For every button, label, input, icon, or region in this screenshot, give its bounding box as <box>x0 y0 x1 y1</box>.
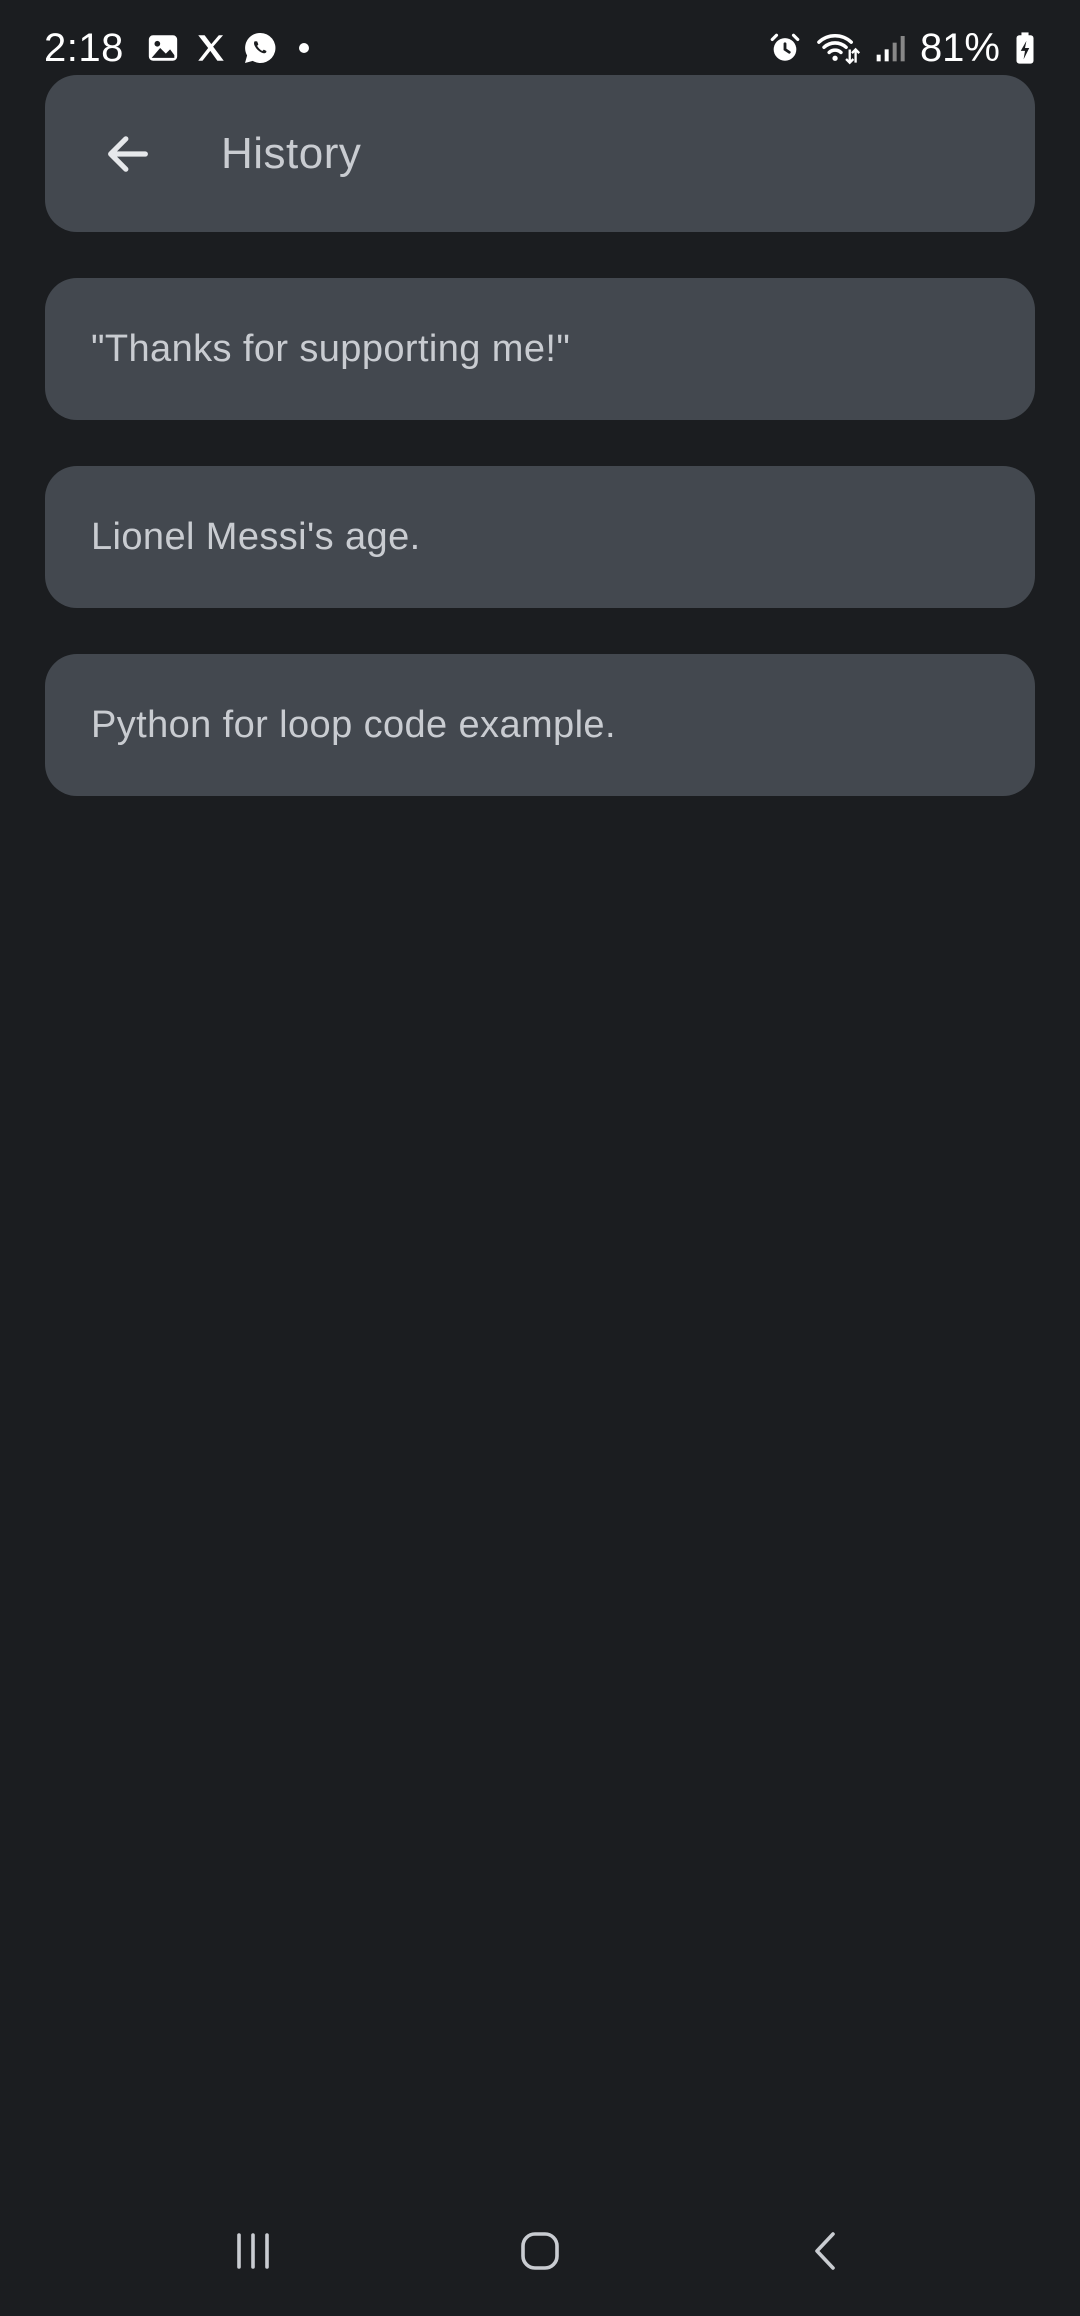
battery-percent: 81% <box>919 25 1000 70</box>
history-item[interactable]: Lionel Messi's age. <box>45 466 1035 608</box>
history-item-label: Lionel Messi's age. <box>91 515 421 558</box>
status-time: 2:18 <box>44 25 124 70</box>
status-left: 2:18 <box>44 26 316 71</box>
page-title: History <box>221 128 362 178</box>
history-item[interactable]: Python for loop code example. <box>45 654 1035 796</box>
home-icon <box>516 2227 564 2275</box>
back-icon <box>803 2227 851 2275</box>
recents-button[interactable] <box>193 2201 313 2301</box>
dot-icon <box>292 36 316 60</box>
nav-back-button[interactable] <box>767 2201 887 2301</box>
top-app-bar: History <box>45 75 1035 232</box>
x-icon <box>194 31 228 65</box>
history-list: "Thanks for supporting me!" Lionel Messi… <box>45 278 1035 796</box>
history-item[interactable]: "Thanks for supporting me!" <box>45 278 1035 420</box>
battery-charging-icon <box>1014 31 1036 65</box>
alarm-icon <box>768 31 802 65</box>
whatsapp-icon <box>242 30 278 66</box>
gallery-icon <box>146 31 180 65</box>
navigation-bar <box>0 2186 1080 2316</box>
wifi-icon <box>816 30 860 66</box>
status-right: 81% <box>768 26 1036 71</box>
history-item-label: "Thanks for supporting me!" <box>91 327 571 370</box>
recents-icon <box>229 2227 277 2275</box>
screen: 2:18 81% History "Thanks for supporting … <box>0 0 1080 2316</box>
arrow-back-icon <box>102 128 154 180</box>
signal-icon <box>874 31 906 65</box>
back-button[interactable] <box>80 106 176 202</box>
home-button[interactable] <box>480 2201 600 2301</box>
history-item-label: Python for loop code example. <box>91 703 616 746</box>
